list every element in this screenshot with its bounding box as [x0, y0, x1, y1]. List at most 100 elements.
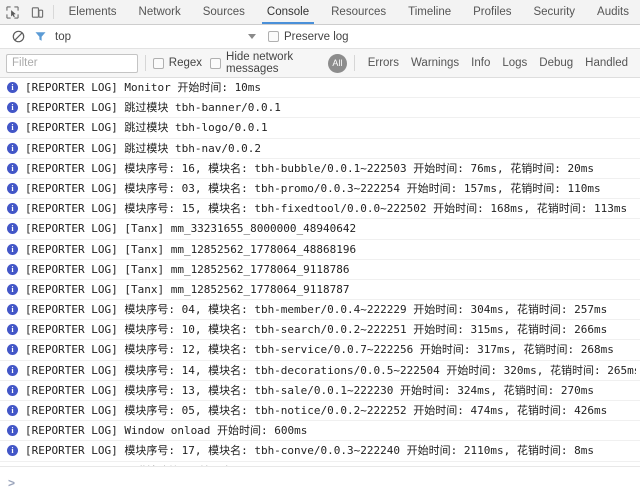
console-message-row[interactable]: i [REPORTER LOG] 模块序号: 03, 模块名: tbh-promo… — [0, 179, 640, 199]
info-icon: i — [7, 163, 18, 174]
console-message-text: [REPORTER LOG] 模块序号: 12, 模块名: tbh-servic… — [25, 342, 614, 357]
checkbox-box[interactable] — [268, 31, 279, 42]
console-message-text: [REPORTER LOG] 模块序号: 14, 模块名: tbh-decora… — [25, 363, 636, 378]
info-icon: i — [7, 324, 18, 335]
console-message-row[interactable]: i [REPORTER LOG] 模块序号: 05, 模块名: tbh-notic… — [0, 401, 640, 421]
console-message-text: [REPORTER LOG] 模块序号: 10, 模块名: tbh-search… — [25, 322, 607, 337]
tab-audits[interactable]: Audits — [586, 0, 640, 24]
console-message-row[interactable]: i [REPORTER LOG] [Tanx] mm_33231655_80000… — [0, 219, 640, 239]
console-filter-bar: Regex Hide network messages All Errors W… — [0, 49, 640, 78]
console-message-row[interactable]: i [REPORTER LOG] 模块序号: 16, 模块名: tbh-bubbl… — [0, 159, 640, 179]
console-message-text: [REPORTER LOG] 模块序号: 13, 模块名: tbh-sale/0… — [25, 383, 594, 398]
tab-security[interactable]: Security — [522, 0, 586, 24]
level-label: Handled — [585, 57, 628, 69]
console-message-text: [REPORTER LOG] 模块序号: 16, 模块名: tbh-bubble… — [25, 161, 594, 176]
console-prompt[interactable]: > — [0, 466, 640, 498]
level-filter-warnings[interactable]: Warnings — [405, 57, 465, 69]
tab-resources[interactable]: Resources — [320, 0, 397, 24]
console-message-text: [REPORTER LOG] [Tanx] mm_12852562_177806… — [25, 262, 350, 277]
tab-label: Resources — [331, 6, 386, 18]
console-message-text: [REPORTER LOG] 跳过模块 tbh-nav/0.0.2 — [25, 141, 261, 156]
checkbox-box[interactable] — [153, 58, 164, 69]
console-message-text: [REPORTER LOG] Window onload 开始时间: 600ms — [25, 423, 307, 438]
console-message-row[interactable]: i [REPORTER LOG] 模块序号: 15, 模块名: tbh-fixed… — [0, 199, 640, 219]
level-filter-handled[interactable]: Handled — [579, 57, 634, 69]
console-message-list[interactable]: i[REPORTER LOG] Monitor 开始时间: 10msi[REPO… — [0, 78, 640, 466]
filter-divider — [354, 55, 355, 71]
tab-timeline[interactable]: Timeline — [397, 0, 462, 24]
console-message-text: [REPORTER LOG] 模块序号: 04, 模块名: tbh-member… — [25, 302, 607, 317]
filter-input[interactable] — [6, 54, 138, 73]
checkbox-box[interactable] — [210, 58, 221, 69]
inspect-element-icon[interactable] — [0, 0, 25, 24]
chevron-down-icon — [248, 34, 256, 39]
console-message-row[interactable]: i[REPORTER LOG] [Tanx] mm_12852562_17780… — [0, 280, 640, 300]
info-icon: i — [7, 284, 18, 295]
tab-label: Security — [533, 6, 575, 18]
console-message-row[interactable]: i[REPORTER LOG] 跳过模块 tbh-logo/0.0.1 — [0, 118, 640, 138]
console-message-row[interactable]: i[REPORTER LOG] 模块序号: 04, 模块名: tbh-membe… — [0, 300, 640, 320]
console-message-row[interactable]: i [REPORTER LOG] Window onload 开始时间: 600m… — [0, 421, 640, 441]
info-icon: i — [7, 445, 18, 456]
console-message-row[interactable]: i[REPORTER LOG] Monitor 开始时间: 10ms — [0, 78, 640, 98]
execution-context-value: top — [55, 31, 71, 43]
level-filter-logs[interactable]: Logs — [496, 57, 533, 69]
tab-label: Elements — [69, 6, 117, 18]
execution-context-select[interactable]: top — [55, 31, 260, 43]
console-message-row[interactable]: i[REPORTER LOG] [Tanx] mm_12852562_17780… — [0, 260, 640, 280]
level-filter-debug[interactable]: Debug — [533, 57, 579, 69]
tab-sources[interactable]: Sources — [192, 0, 256, 24]
console-message-row[interactable]: i[REPORTER LOG] 模块序号: 12, 模块名: tbh-servi… — [0, 340, 640, 360]
filter-divider — [145, 55, 146, 71]
tab-label: Timeline — [408, 6, 451, 18]
level-label: Debug — [539, 57, 573, 69]
console-message-row[interactable]: i[REPORTER LOG] 模块序号: 13, 模块名: tbh-sale/… — [0, 381, 640, 401]
console-message-text: [REPORTER LOG] 模块序号: 05, 模块名: tbh-notice… — [25, 403, 607, 418]
console-message-row[interactable]: i[REPORTER LOG] [Tanx] mm_12852562_17780… — [0, 240, 640, 260]
console-message-text: [REPORTER LOG] 模块序号: 03, 模块名: tbh-promo/… — [25, 181, 601, 196]
tab-label: Audits — [597, 6, 629, 18]
console-message-row[interactable]: i[REPORTER LOG] 跳过模块 tbh-banner/0.0.1 — [0, 98, 640, 118]
tab-label: Console — [267, 6, 309, 18]
info-icon: i — [7, 82, 18, 93]
tab-label: Sources — [203, 6, 245, 18]
console-message-text: [REPORTER LOG] [Tanx] mm_33231655_800000… — [25, 221, 356, 236]
prompt-caret-icon: > — [8, 476, 15, 490]
console-message-text: [REPORTER LOG] 模块序号: 17, 模块名: tbh-conve/… — [25, 443, 594, 458]
console-message-text: [REPORTER LOG] 跳过模块 tbh-logo/0.0.1 — [25, 120, 268, 135]
console-message-text: [REPORTER LOG] 模块序号: 15, 模块名: tbh-fixedt… — [25, 201, 627, 216]
console-message-row[interactable]: i [REPORTER LOG] 模块序号: 14, 模块名: tbh-decor… — [0, 361, 640, 381]
toolbar-divider — [53, 5, 54, 19]
filter-funnel-icon[interactable] — [29, 26, 51, 48]
console-message-row[interactable]: i [REPORTER LOG] 模块序号: 10, 模块名: tbh-searc… — [0, 320, 640, 340]
level-filter-errors[interactable]: Errors — [362, 57, 405, 69]
level-label: Info — [471, 57, 490, 69]
devtools-tabbar: Elements Network Sources Console Resourc… — [0, 0, 640, 25]
hide-network-messages-checkbox[interactable]: Hide network messages — [210, 51, 320, 75]
info-icon: i — [7, 223, 18, 234]
info-icon: i — [7, 203, 18, 214]
console-message-text: [REPORTER LOG] 天猫精选第 1 帧曝光 — [25, 464, 232, 466]
panel-tabs: Elements Network Sources Console Resourc… — [58, 0, 640, 24]
tab-console[interactable]: Console — [256, 0, 320, 24]
regex-checkbox[interactable]: Regex — [153, 57, 202, 69]
clear-console-icon[interactable] — [7, 26, 29, 48]
console-message-row[interactable]: i[REPORTER LOG] 跳过模块 tbh-nav/0.0.2 — [0, 139, 640, 159]
info-icon: i — [7, 365, 18, 376]
tab-network[interactable]: Network — [128, 0, 192, 24]
info-icon: i — [7, 183, 18, 194]
level-filter-info[interactable]: Info — [465, 57, 496, 69]
console-message-row[interactable]: i[REPORTER LOG] 天猫精选第 1 帧曝光 — [0, 462, 640, 466]
regex-label: Regex — [169, 57, 202, 69]
level-filter-all-badge[interactable]: All — [328, 54, 347, 73]
tab-profiles[interactable]: Profiles — [462, 0, 522, 24]
preserve-log-checkbox[interactable]: Preserve log — [268, 31, 349, 43]
device-toolbar-icon[interactable] — [25, 0, 50, 24]
tab-label: Profiles — [473, 6, 511, 18]
console-context-bar: top Preserve log — [0, 25, 640, 49]
info-icon: i — [7, 405, 18, 416]
console-message-row[interactable]: i [REPORTER LOG] 模块序号: 17, 模块名: tbh-conve… — [0, 441, 640, 461]
info-icon: i — [7, 425, 18, 436]
tab-elements[interactable]: Elements — [58, 0, 128, 24]
level-label: Errors — [368, 57, 399, 69]
